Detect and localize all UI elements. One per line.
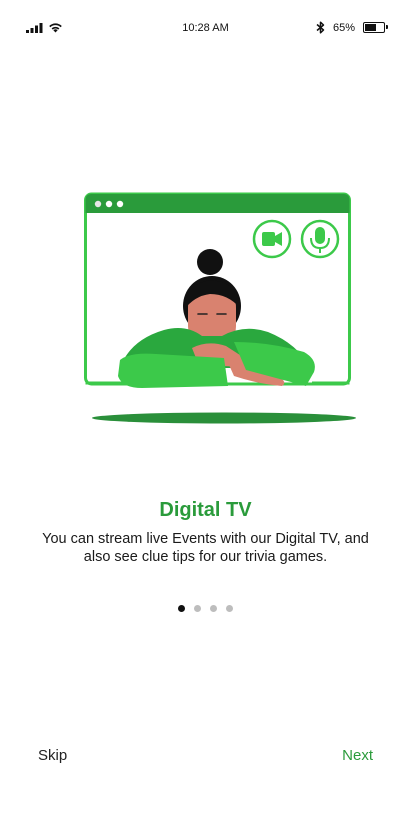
video-camera-icon (252, 219, 292, 259)
browser-window-titlebar (85, 194, 350, 213)
microphone-icon (300, 219, 340, 259)
window-dot-1 (94, 200, 102, 208)
page-indicator (0, 605, 411, 612)
battery-icon (363, 22, 388, 33)
skip-button[interactable]: Skip (38, 747, 67, 764)
onboarding-title: Digital TV (159, 499, 252, 521)
onboarding-description: You can stream live Events with our Digi… (42, 531, 369, 565)
page-dot-1[interactable] (178, 605, 185, 612)
battery-fill (365, 24, 377, 31)
bluetooth-icon (316, 21, 325, 34)
page-dot-2[interactable] (194, 605, 201, 612)
page-dot-4[interactable] (226, 605, 233, 612)
ground-shadow (92, 412, 356, 424)
video-call-illustration (84, 192, 356, 424)
next-button[interactable]: Next (342, 747, 373, 764)
onboarding-screen: 10:28 AM 65% Digital TV You can stream l… (0, 0, 411, 822)
status-right: 65% (316, 21, 388, 34)
window-dot-2 (105, 200, 113, 208)
status-bar: 10:28 AM 65% (0, 0, 411, 58)
window-dot-3 (116, 200, 124, 208)
page-dot-3[interactable] (210, 605, 217, 612)
battery-percent: 65% (332, 21, 355, 34)
